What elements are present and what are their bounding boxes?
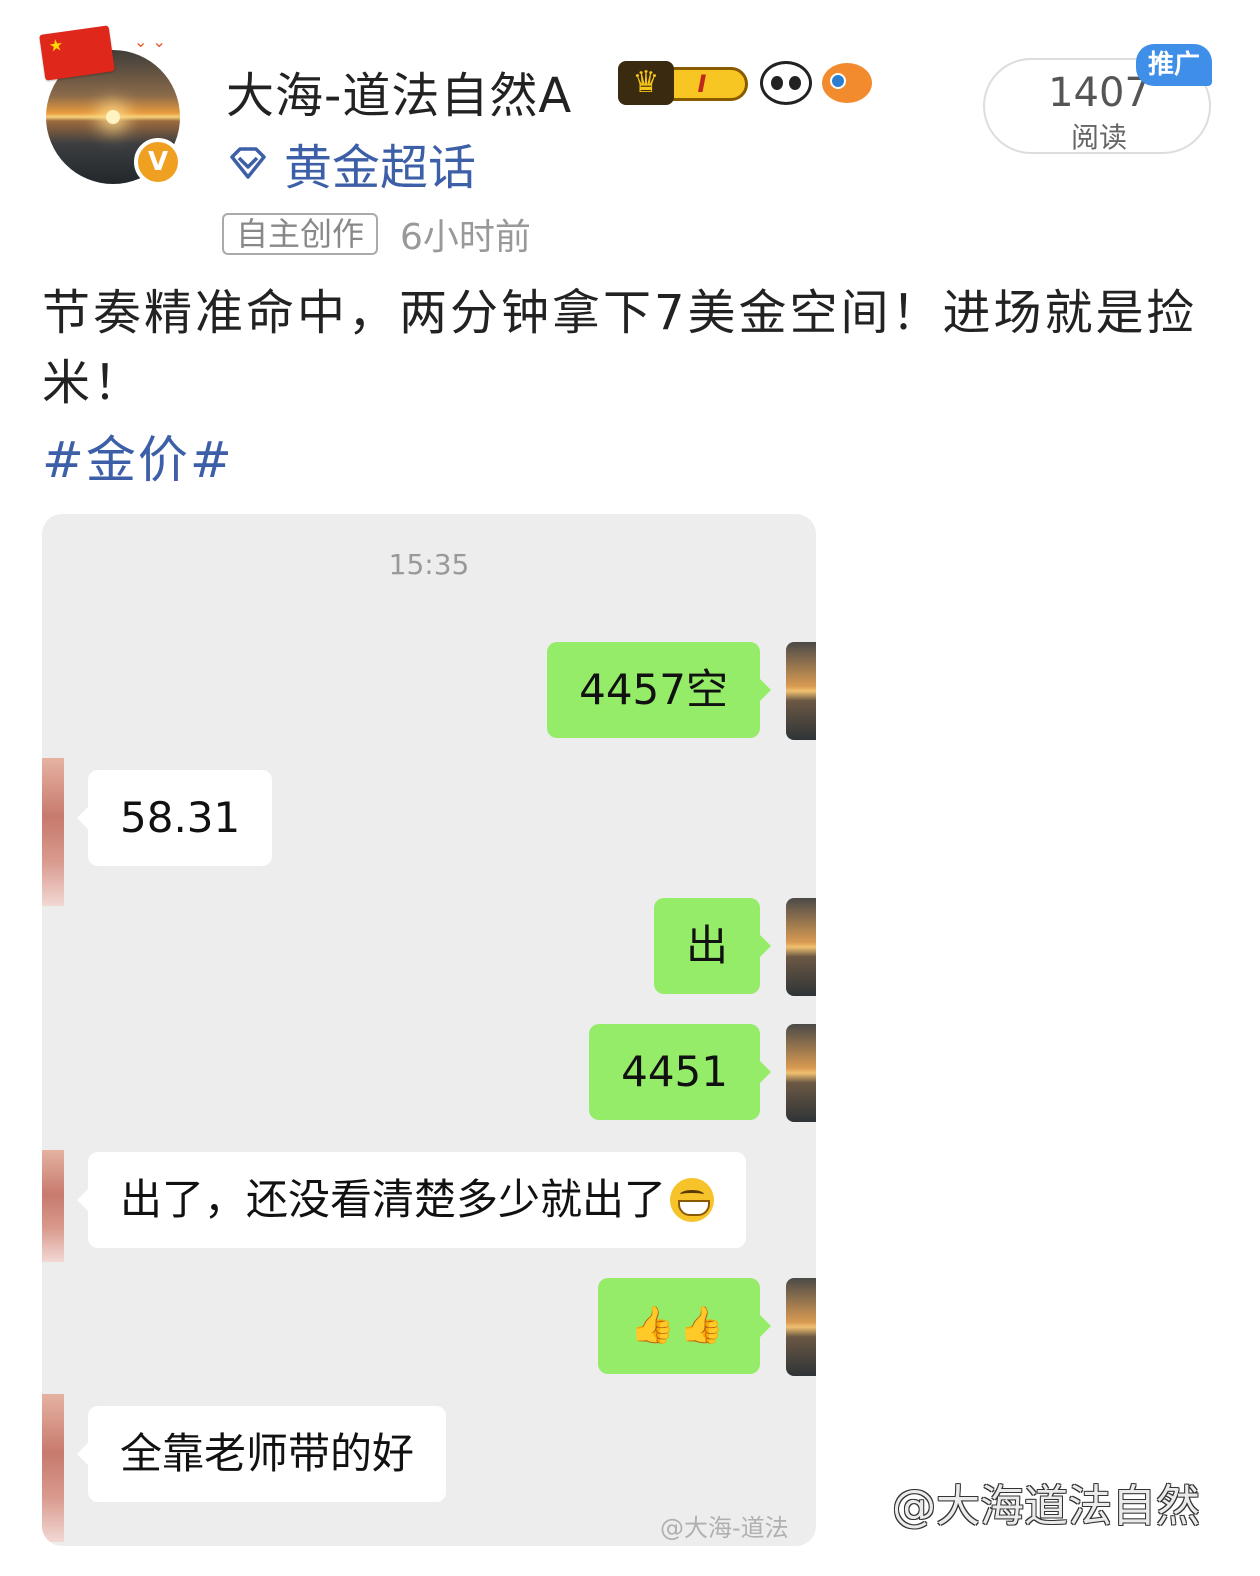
image-watermark: @大海-道法 (660, 1514, 789, 1542)
chat-message-out: 出 (653, 898, 772, 994)
hashtag-link[interactable]: #金价# (42, 420, 234, 492)
verified-badge-icon: V (134, 138, 182, 186)
chat-screenshot-image[interactable]: 15:35 4457空 58.31 出 4451 出了，还没看清楚多少就出了 👍… (42, 514, 816, 1546)
chat-avatar-self (786, 898, 816, 996)
chat-message-in: 全靠老师带的好 (76, 1406, 447, 1502)
panda-icon[interactable] (760, 61, 812, 105)
chat-message-out: 👍👍 (598, 1278, 771, 1374)
chat-avatar-other (42, 758, 64, 906)
promote-badge[interactable]: 推广 (1136, 44, 1212, 86)
chat-message-in: 出了，还没看清楚多少就出了 (76, 1152, 747, 1248)
grin-emoji-icon (670, 1177, 715, 1222)
chat-message-out: 4457空 (547, 642, 771, 738)
birds-icon: ⌄ ⌄ (134, 32, 166, 51)
read-count-label: 阅读 (1070, 121, 1127, 154)
chat-avatar-self (786, 642, 816, 740)
post-time: 6小时前 (400, 217, 531, 258)
chat-message-text: 出了，还没看清楚多少就出了 (120, 1175, 667, 1224)
super-topic-label: 黄金超话 (284, 140, 477, 196)
chat-message-out: 4451 (589, 1024, 771, 1120)
diamond-icon (230, 147, 266, 179)
fish-icon[interactable] (822, 63, 872, 103)
chat-avatar-self (786, 1024, 816, 1122)
super-topic-link[interactable]: 黄金超话 (226, 128, 476, 198)
post-text: 节奏精准命中，两分钟拿下7美金空间！进场就是捡米！ (42, 285, 1198, 411)
crown-icon: ♛ (618, 61, 674, 105)
author-avatar-group[interactable]: ★ ⌄ ⌄ V (38, 25, 188, 188)
author-name[interactable]: 大海-道法自然A (226, 56, 572, 126)
post-meta: 自主创作 6小时前 (222, 208, 531, 260)
crown-level-badge-icon[interactable]: ♛ I (618, 61, 750, 105)
author-badges: ♛ I (618, 58, 872, 108)
chat-avatar-other (42, 1394, 64, 1542)
chat-avatar-self (786, 1278, 816, 1376)
chat-timestamp: 15:35 (388, 548, 470, 581)
chat-message-in: 58.31 (76, 770, 273, 866)
chat-avatar-other (42, 1150, 64, 1262)
page-watermark: @大海道法自然 (892, 1481, 1200, 1532)
china-flag-icon: ★ (39, 25, 115, 81)
original-content-tag: 自主创作 (222, 213, 379, 255)
